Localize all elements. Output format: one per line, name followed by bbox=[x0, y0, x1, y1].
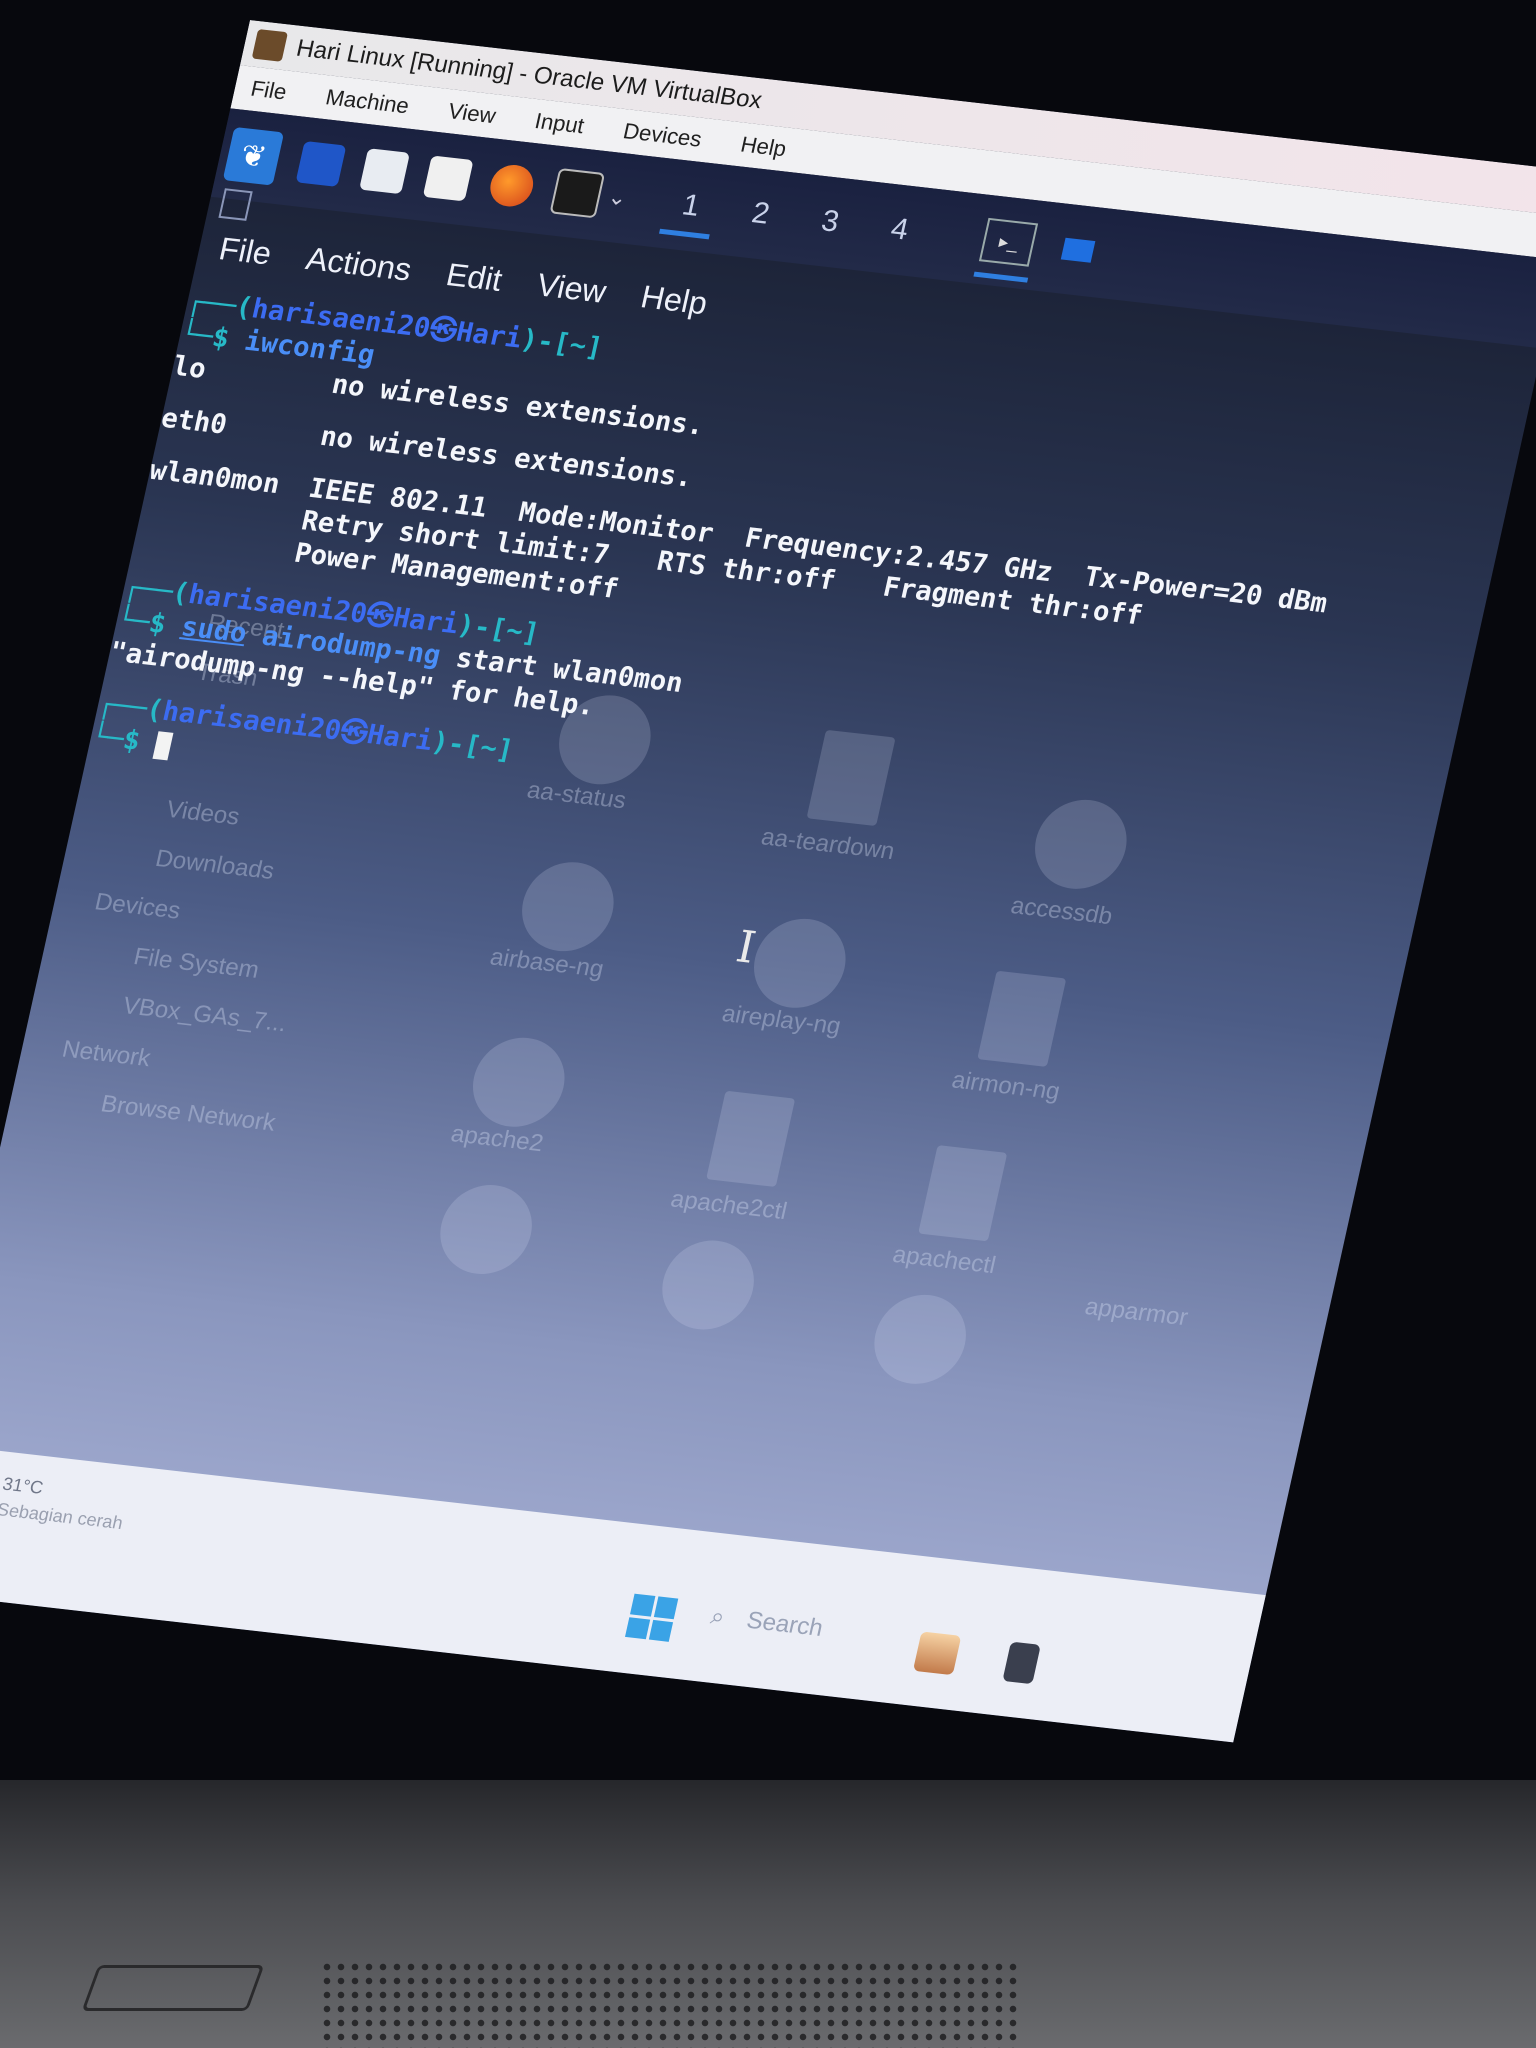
virtualbox-app-icon bbox=[251, 28, 289, 62]
ghost-label: aireplay-ng bbox=[719, 1000, 844, 1041]
taskbar-window-icon[interactable] bbox=[1061, 237, 1096, 263]
terminal-launcher-icon[interactable] bbox=[549, 167, 606, 219]
ghost-label: Devices bbox=[92, 888, 184, 925]
vbox-menu-view[interactable]: View bbox=[446, 98, 498, 129]
workspace-3[interactable]: 3 bbox=[792, 201, 869, 242]
ghost-gear-icon bbox=[431, 1180, 541, 1279]
ghost-label: apache2 bbox=[448, 1120, 546, 1158]
ibeam-cursor-icon: I bbox=[731, 921, 761, 974]
ghost-gear-icon bbox=[653, 1235, 763, 1335]
ghost-label: airbase-ng bbox=[487, 943, 607, 983]
ghost-label: accessdb bbox=[1008, 892, 1115, 931]
firefox-icon[interactable] bbox=[486, 162, 538, 209]
ghost-label: apparmor bbox=[1082, 1293, 1191, 1332]
vbox-menu-machine[interactable]: Machine bbox=[323, 84, 411, 119]
chevron-down-icon[interactable]: ⌄ bbox=[605, 184, 630, 212]
ghost-gear-icon bbox=[464, 1032, 574, 1132]
laptop-port-slot bbox=[81, 1965, 265, 2011]
taskbar-terminal-window[interactable]: ▸_ bbox=[979, 217, 1039, 267]
ghost-label: apache2ctl bbox=[668, 1185, 790, 1226]
ghost-gear-icon bbox=[745, 914, 855, 1013]
weather-temperature: 31°C bbox=[0, 1473, 46, 1498]
vbox-menu-input[interactable]: Input bbox=[532, 108, 587, 139]
taskbar-widget-icon[interactable] bbox=[912, 1631, 962, 1676]
workspace-4[interactable]: 4 bbox=[861, 209, 938, 250]
ghost-file-icon bbox=[706, 1090, 796, 1188]
ghost-label: Downloads bbox=[152, 844, 277, 885]
ghost-label: Videos bbox=[163, 795, 243, 831]
term-menu-view[interactable]: View bbox=[533, 266, 610, 310]
vbox-menu-help[interactable]: Help bbox=[738, 132, 788, 163]
kali-dragon-icon[interactable]: ❦ bbox=[222, 126, 285, 186]
ghost-gear-icon bbox=[513, 857, 623, 956]
term-menu-help[interactable]: Help bbox=[637, 278, 711, 322]
ghost-file-icon bbox=[918, 1145, 1008, 1242]
ghost-file-icon bbox=[977, 970, 1067, 1067]
text-editor-icon[interactable] bbox=[422, 155, 474, 202]
vbox-menu-file[interactable]: File bbox=[248, 76, 289, 106]
laptop-screen: Hari Linux [Running] - Oracle VM Virtual… bbox=[0, 20, 1536, 1743]
terminal-window-icon bbox=[218, 188, 253, 221]
workspace-1[interactable]: 1 bbox=[653, 185, 730, 226]
ghost-label: Network bbox=[59, 1035, 154, 1073]
file-manager-icon[interactable] bbox=[359, 148, 410, 195]
ghost-gear-icon bbox=[865, 1290, 975, 1389]
speaker-grille bbox=[320, 1960, 1020, 2048]
ghost-label: Browse Network bbox=[98, 1090, 278, 1137]
windows-start-icon[interactable] bbox=[624, 1593, 679, 1642]
ghost-label: File System bbox=[131, 943, 262, 984]
ghost-label: VBox_GAs_7... bbox=[120, 992, 290, 1038]
show-desktop-icon[interactable] bbox=[295, 140, 347, 187]
ghost-label: apachectl bbox=[890, 1240, 999, 1280]
windows-taskbar bbox=[0, 1443, 1266, 1743]
vbox-menu-devices[interactable]: Devices bbox=[621, 118, 704, 152]
workspace-2[interactable]: 2 bbox=[722, 193, 799, 234]
term-menu-file[interactable]: File bbox=[216, 230, 275, 272]
term-menu-edit[interactable]: Edit bbox=[443, 256, 506, 299]
term-menu-actions[interactable]: Actions bbox=[303, 240, 415, 288]
ghost-label: airmon-ng bbox=[949, 1066, 1063, 1106]
